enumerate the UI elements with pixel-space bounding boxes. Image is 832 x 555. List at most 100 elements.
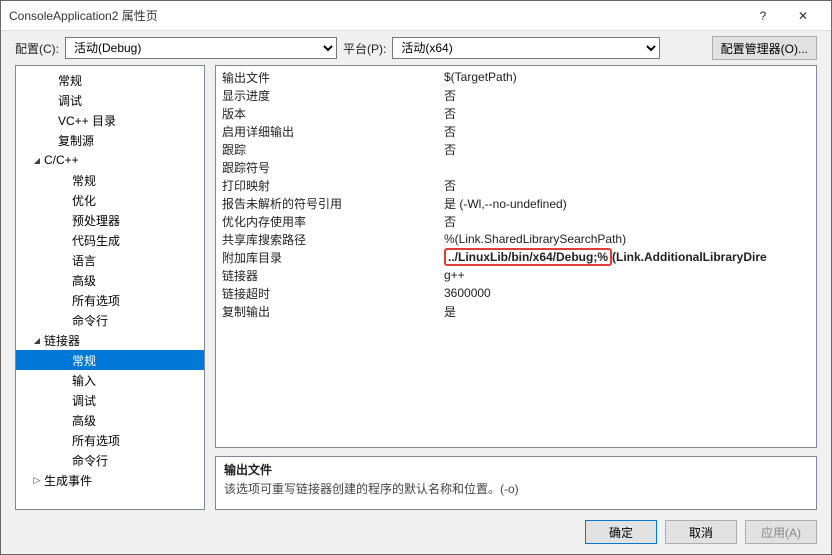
property-key: 共享库搜索路径 bbox=[222, 231, 444, 248]
tree-item[interactable]: 生成事件 bbox=[16, 470, 204, 490]
property-row[interactable]: 优化内存使用率否 bbox=[216, 212, 816, 230]
tree-item-label: 链接器 bbox=[44, 332, 80, 349]
property-value[interactable]: 否 bbox=[444, 141, 816, 158]
tree-item[interactable]: 优化 bbox=[16, 190, 204, 210]
config-select[interactable]: 活动(Debug) bbox=[65, 37, 337, 59]
description-box: 输出文件 该选项可重写链接器创建的程序的默认名称和位置。(-o) bbox=[215, 456, 817, 510]
title-bar: ConsoleApplication2 属性页 ? ✕ bbox=[1, 1, 831, 31]
property-value[interactable]: ../LinuxLib/bin/x64/Debug;%(Link.Additio… bbox=[444, 248, 816, 266]
description-title: 输出文件 bbox=[224, 461, 808, 478]
tree-item[interactable]: 高级 bbox=[16, 270, 204, 290]
tree-item[interactable]: 调试 bbox=[16, 90, 204, 110]
platform-label: 平台(P): bbox=[343, 40, 386, 57]
tree-item-label: 语言 bbox=[72, 252, 96, 269]
property-row[interactable]: 报告未解析的符号引用是 (-Wl,--no-undefined) bbox=[216, 194, 816, 212]
property-row[interactable]: 跟踪符号 bbox=[216, 158, 816, 176]
property-row[interactable]: 版本否 bbox=[216, 104, 816, 122]
property-row[interactable]: 显示进度否 bbox=[216, 86, 816, 104]
tree-item-label: 所有选项 bbox=[72, 292, 120, 309]
property-grid[interactable]: 输出文件$(TargetPath)显示进度否版本否启用详细输出否跟踪否跟踪符号打… bbox=[215, 65, 817, 448]
tree-item-label: 生成事件 bbox=[44, 472, 92, 489]
tree-item-label: 代码生成 bbox=[72, 232, 120, 249]
property-value[interactable]: 是 bbox=[444, 303, 816, 320]
config-manager-button[interactable]: 配置管理器(O)... bbox=[712, 36, 817, 60]
tree-item-label: 输入 bbox=[72, 372, 96, 389]
tree-item[interactable]: 代码生成 bbox=[16, 230, 204, 250]
tree-arrow-icon[interactable] bbox=[30, 475, 44, 486]
property-row[interactable]: 链接器g++ bbox=[216, 266, 816, 284]
property-row[interactable]: 共享库搜索路径%(Link.SharedLibrarySearchPath) bbox=[216, 230, 816, 248]
tree-item[interactable]: 输入 bbox=[16, 370, 204, 390]
tree-item-label: 复制源 bbox=[58, 132, 94, 149]
tree-item[interactable]: 所有选项 bbox=[16, 430, 204, 450]
tree-item-label: 高级 bbox=[72, 272, 96, 289]
tree-item[interactable]: 命令行 bbox=[16, 450, 204, 470]
property-key: 附加库目录 bbox=[222, 249, 444, 266]
property-key: 报告未解析的符号引用 bbox=[222, 195, 444, 212]
tree-item[interactable]: 高级 bbox=[16, 410, 204, 430]
property-value[interactable]: %(Link.SharedLibrarySearchPath) bbox=[444, 232, 816, 246]
right-panel: 输出文件$(TargetPath)显示进度否版本否启用详细输出否跟踪否跟踪符号打… bbox=[215, 65, 817, 510]
tree-item[interactable]: 命令行 bbox=[16, 310, 204, 330]
property-key: 显示进度 bbox=[222, 87, 444, 104]
tree-item-label: 命令行 bbox=[72, 452, 108, 469]
tree-item-label: 优化 bbox=[72, 192, 96, 209]
footer: 确定 取消 应用(A) bbox=[1, 510, 831, 554]
property-value[interactable]: 3600000 bbox=[444, 286, 816, 300]
close-button[interactable]: ✕ bbox=[783, 2, 823, 30]
property-row[interactable]: 链接超时3600000 bbox=[216, 284, 816, 302]
main-area: 常规调试VC++ 目录复制源C/C++常规优化预处理器代码生成语言高级所有选项命… bbox=[1, 65, 831, 510]
tree-item-label: 调试 bbox=[72, 392, 96, 409]
tree-item-label: 调试 bbox=[58, 92, 82, 109]
ok-button[interactable]: 确定 bbox=[585, 520, 657, 544]
tree-item[interactable]: VC++ 目录 bbox=[16, 110, 204, 130]
tree-item[interactable]: 所有选项 bbox=[16, 290, 204, 310]
property-value[interactable]: 否 bbox=[444, 105, 816, 122]
tree-arrow-icon[interactable] bbox=[30, 335, 44, 346]
property-row[interactable]: 打印映射否 bbox=[216, 176, 816, 194]
tree-item[interactable]: 复制源 bbox=[16, 130, 204, 150]
property-value[interactable]: 是 (-Wl,--no-undefined) bbox=[444, 195, 816, 212]
property-key: 启用详细输出 bbox=[222, 123, 444, 140]
tree-item-label: 常规 bbox=[58, 72, 82, 89]
property-key: 版本 bbox=[222, 105, 444, 122]
tree-item-label: VC++ 目录 bbox=[58, 112, 116, 129]
property-key: 跟踪 bbox=[222, 141, 444, 158]
property-value[interactable]: $(TargetPath) bbox=[444, 70, 816, 84]
property-row[interactable]: 启用详细输出否 bbox=[216, 122, 816, 140]
property-row[interactable]: 复制输出是 bbox=[216, 302, 816, 320]
property-key: 输出文件 bbox=[222, 69, 444, 86]
property-key: 优化内存使用率 bbox=[222, 213, 444, 230]
property-value[interactable]: 否 bbox=[444, 213, 816, 230]
property-row[interactable]: 附加库目录../LinuxLib/bin/x64/Debug;%(Link.Ad… bbox=[216, 248, 816, 266]
config-label: 配置(C): bbox=[15, 40, 59, 57]
property-key: 打印映射 bbox=[222, 177, 444, 194]
description-text: 该选项可重写链接器创建的程序的默认名称和位置。(-o) bbox=[224, 480, 808, 497]
config-row: 配置(C): 活动(Debug) 平台(P): 活动(x64) 配置管理器(O)… bbox=[1, 31, 831, 65]
help-button[interactable]: ? bbox=[743, 2, 783, 30]
tree-item-label: 预处理器 bbox=[72, 212, 120, 229]
tree-arrow-icon[interactable] bbox=[30, 155, 44, 166]
property-key: 跟踪符号 bbox=[222, 159, 444, 176]
property-value[interactable]: 否 bbox=[444, 123, 816, 140]
apply-button[interactable]: 应用(A) bbox=[745, 520, 817, 544]
tree-item-label: 命令行 bbox=[72, 312, 108, 329]
property-value[interactable]: 否 bbox=[444, 87, 816, 104]
tree-item[interactable]: 语言 bbox=[16, 250, 204, 270]
tree-item[interactable]: C/C++ bbox=[16, 150, 204, 170]
tree-item-label: 所有选项 bbox=[72, 432, 120, 449]
tree-item[interactable]: 调试 bbox=[16, 390, 204, 410]
tree-item[interactable]: 常规 bbox=[16, 170, 204, 190]
tree-item[interactable]: 常规 bbox=[16, 70, 204, 90]
tree-item[interactable]: 预处理器 bbox=[16, 210, 204, 230]
tree-item[interactable]: 常规 bbox=[16, 350, 204, 370]
tree-panel[interactable]: 常规调试VC++ 目录复制源C/C++常规优化预处理器代码生成语言高级所有选项命… bbox=[15, 65, 205, 510]
platform-select[interactable]: 活动(x64) bbox=[392, 37, 660, 59]
cancel-button[interactable]: 取消 bbox=[665, 520, 737, 544]
property-value[interactable]: 否 bbox=[444, 177, 816, 194]
property-value[interactable]: g++ bbox=[444, 268, 816, 282]
tree-item[interactable]: 链接器 bbox=[16, 330, 204, 350]
tree-item-label: C/C++ bbox=[44, 153, 79, 167]
property-row[interactable]: 输出文件$(TargetPath) bbox=[216, 68, 816, 86]
property-row[interactable]: 跟踪否 bbox=[216, 140, 816, 158]
